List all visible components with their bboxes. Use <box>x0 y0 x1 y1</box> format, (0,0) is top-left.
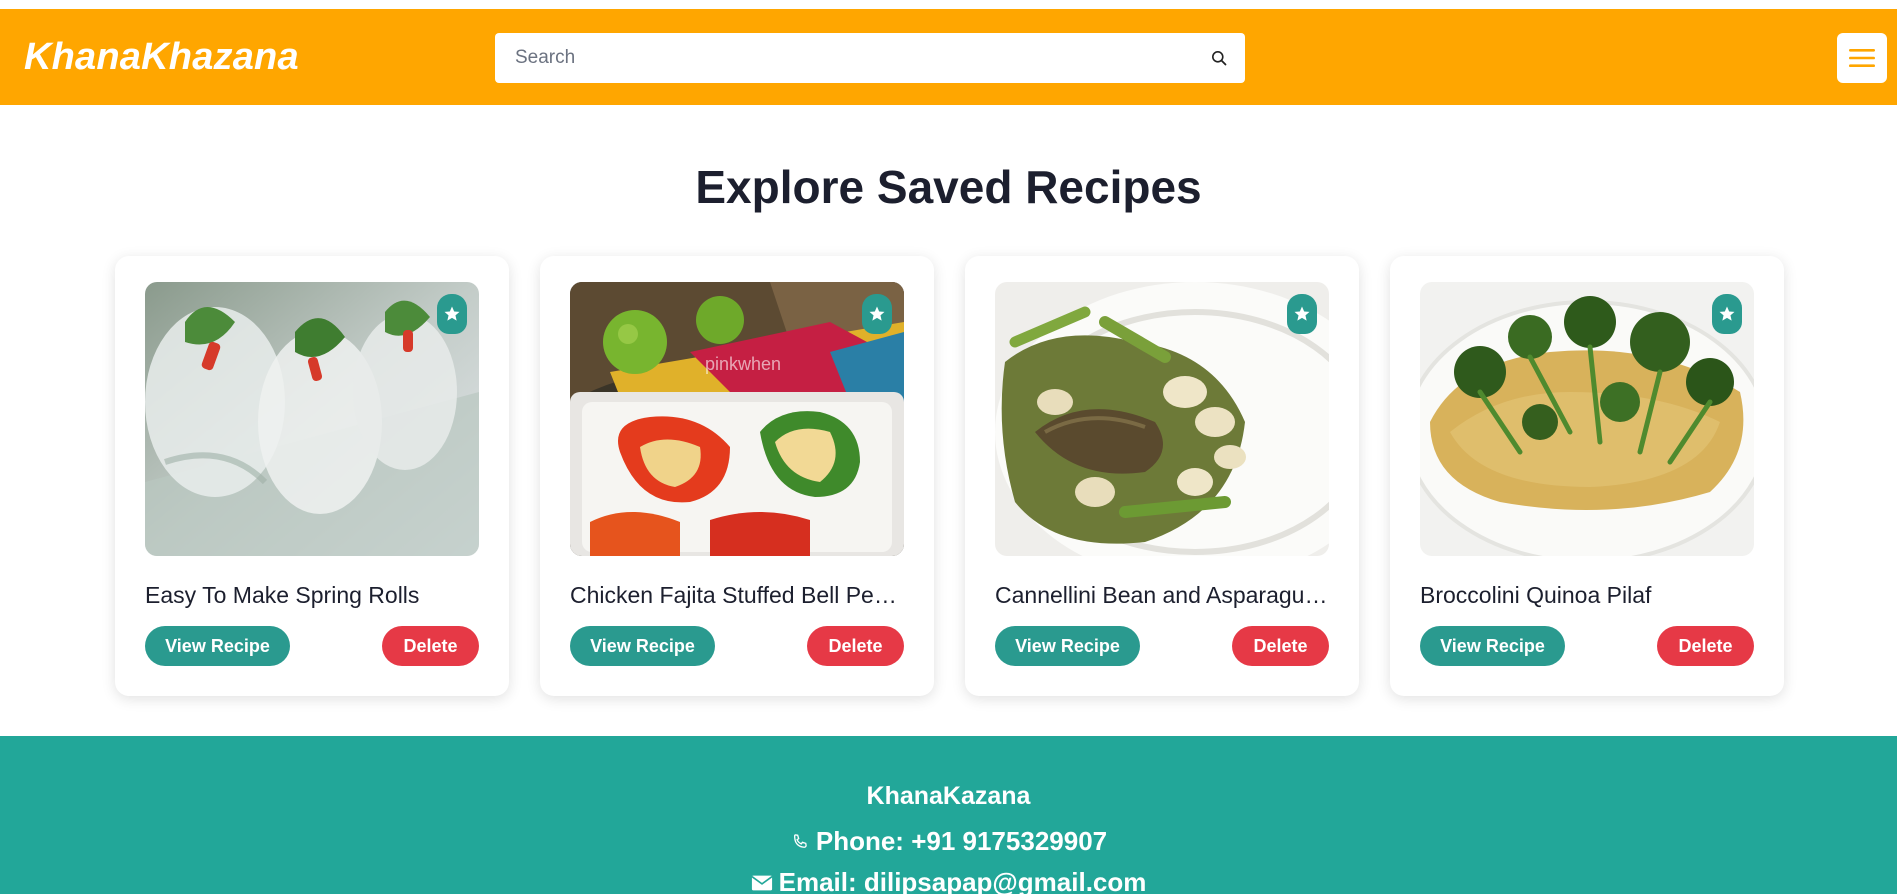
brand-logo[interactable]: KhanaKhazana <box>24 36 299 79</box>
favorite-star-icon[interactable] <box>1712 294 1742 334</box>
footer-phone-text: Phone: +91 9175329907 <box>815 826 1108 856</box>
search-input[interactable] <box>495 33 1195 83</box>
recipe-card: Cannellini Bean and Asparagus Salad View… <box>965 256 1359 696</box>
image-watermark: pinkwhen <box>705 354 781 374</box>
recipe-title: Broccolini Quinoa Pilaf <box>1420 582 1652 608</box>
view-recipe-button[interactable]: View Recipe <box>995 626 1140 666</box>
footer-brand: KhanaKazana <box>866 782 1031 810</box>
favorite-star-icon[interactable] <box>1287 294 1317 334</box>
hamburger-menu-icon <box>1849 49 1875 67</box>
hamburger-menu-button[interactable] <box>1837 33 1887 83</box>
top-strip <box>0 0 1897 9</box>
view-recipe-button[interactable]: View Recipe <box>570 626 715 666</box>
recipe-title: Chicken Fajita Stuffed Bell Peppers <box>570 582 904 608</box>
recipe-card: pinkwhen Chicken Fajita Stuffed Bell Pep… <box>540 256 934 696</box>
recipe-card: Easy To Make Spring Rolls View Recipe De… <box>115 256 509 696</box>
favorite-star-icon[interactable] <box>862 294 892 334</box>
recipe-image[interactable] <box>1420 282 1754 556</box>
footer-phone: Phone: +91 9175329907 <box>0 826 1897 857</box>
footer-email-text[interactable]: Email: dilipsapap@gmail.com <box>779 867 1147 894</box>
page-title: Explore Saved Recipes <box>695 161 1202 213</box>
favorite-star-icon[interactable] <box>437 294 467 334</box>
phone-icon <box>793 833 807 848</box>
footer: KhanaKazana Phone: +91 9175329907 Email:… <box>0 736 1897 894</box>
navbar: KhanaKhazana <box>0 9 1897 105</box>
delete-button[interactable]: Delete <box>1232 626 1329 666</box>
footer-email: Email: dilipsapap@gmail.com <box>0 867 1897 894</box>
recipe-title: Cannellini Bean and Asparagus Salad <box>995 582 1329 608</box>
delete-button[interactable]: Delete <box>807 626 904 666</box>
delete-button[interactable]: Delete <box>1657 626 1754 666</box>
recipe-image[interactable] <box>995 282 1329 556</box>
delete-button[interactable]: Delete <box>382 626 479 666</box>
search-bar <box>495 33 1245 83</box>
recipe-card: Broccolini Quinoa Pilaf View Recipe Dele… <box>1390 256 1784 696</box>
recipe-image[interactable]: pinkwhen <box>570 282 904 556</box>
view-recipe-button[interactable]: View Recipe <box>145 626 290 666</box>
envelope-icon <box>751 875 773 890</box>
search-icon[interactable] <box>1207 46 1231 70</box>
recipe-image[interactable] <box>145 282 479 556</box>
view-recipe-button[interactable]: View Recipe <box>1420 626 1565 666</box>
recipe-title: Easy To Make Spring Rolls <box>145 582 420 608</box>
